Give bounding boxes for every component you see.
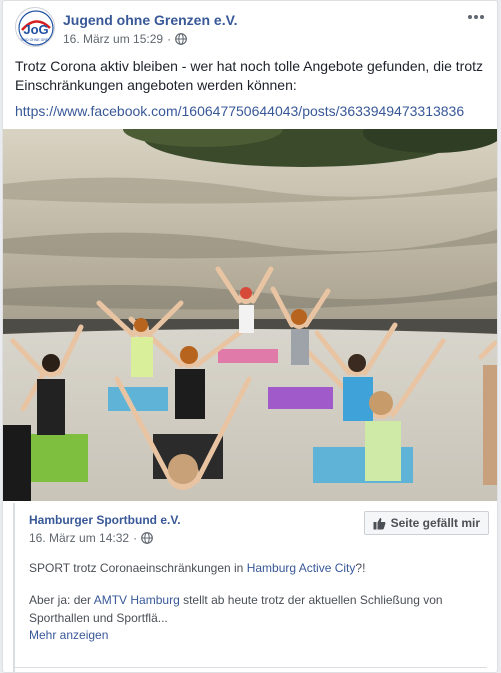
globe-icon[interactable] (141, 532, 153, 544)
post-card: JoG JUGEND OHNE GRENZEN Jugend ohne Gren… (2, 0, 498, 673)
shared-meta: 16. März um 14:32 · (29, 531, 153, 545)
post-photo[interactable] (3, 129, 497, 501)
shared-text-segment: Aber ja: der (29, 593, 94, 607)
post-meta: 16. März um 15:29 · (63, 32, 187, 46)
thumbs-up-icon (373, 517, 386, 529)
shared-text-segment: SPORT trotz Coronaeinschränkungen in (29, 561, 247, 575)
svg-text:JoG: JoG (23, 22, 48, 37)
meta-separator: · (167, 32, 172, 46)
shared-post: Hamburger Sportbund e.V. 16. März um 14:… (13, 503, 489, 672)
hamburg-active-city-link[interactable]: Hamburg Active City (247, 561, 356, 575)
like-page-button[interactable]: Seite gefällt mir (363, 511, 489, 535)
amtv-hamburg-link[interactable]: AMTV Hamburg (94, 593, 180, 607)
shared-timestamp[interactable]: 16. März um 14:32 (29, 531, 129, 545)
page-name-link[interactable]: Jugend ohne Grenzen e.V. (63, 12, 238, 28)
jog-logo: JoG JUGEND OHNE GRENZEN (16, 9, 55, 46)
shared-page-name-link[interactable]: Hamburger Sportbund e.V. (29, 513, 181, 527)
shared-text-segment: ?! (355, 561, 366, 575)
show-more-link[interactable]: Mehr anzeigen (29, 628, 108, 642)
svg-text:JUGEND OHNE GRENZEN: JUGEND OHNE GRENZEN (16, 38, 55, 42)
shared-meta-separator: · (133, 531, 138, 545)
globe-icon[interactable] (175, 33, 187, 45)
more-options-icon[interactable] (465, 7, 487, 27)
shared-text-line1: SPORT trotz Coronaeinschränkungen in Ham… (29, 561, 365, 575)
post-message: Trotz Corona aktiv bleiben - wer hat noc… (15, 58, 483, 93)
yoga-photo-image (3, 129, 497, 501)
post-timestamp[interactable]: 16. März um 15:29 (63, 32, 163, 46)
shared-text-line2: Aber ja: der AMTV Hamburg stellt ab heut… (29, 591, 469, 627)
like-page-label: Seite gefällt mir (390, 516, 480, 530)
divider (13, 667, 487, 668)
page-avatar[interactable]: JoG JUGEND OHNE GRENZEN (15, 7, 55, 47)
post-header: JoG JUGEND OHNE GRENZEN Jugend ohne Gren… (15, 7, 487, 51)
post-url-link[interactable]: https://www.facebook.com/160647750644043… (15, 103, 464, 119)
